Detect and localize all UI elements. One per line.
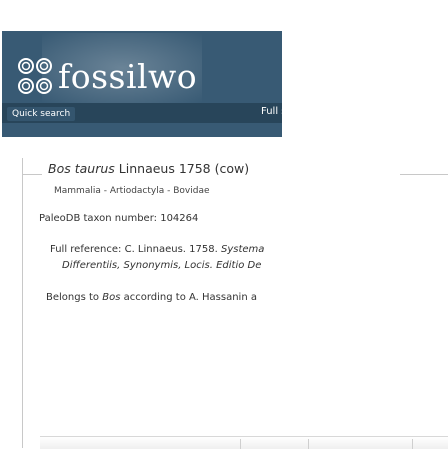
full-reference-authors: C. Linnaeus. 1758. [124, 244, 218, 255]
belongs-genus[interactable]: Bos [102, 292, 120, 303]
site-banner: fossilwo Quick search Full se [2, 31, 282, 137]
taxon-number-value: 104264 [160, 213, 199, 224]
panel-top-rule-right [400, 174, 448, 175]
full-reference-label: Full reference: [50, 244, 122, 255]
site-logo-text[interactable]: fossilwo [58, 57, 197, 96]
full-search-link[interactable]: Full se [261, 106, 282, 117]
belongs-to-line: Belongs to Bos according to A. Hassanin … [46, 292, 257, 303]
quick-search-link[interactable]: Quick search [7, 107, 76, 121]
ammonite-logo-icon[interactable] [14, 56, 56, 98]
taxon-number-label: PaleoDB taxon number: [39, 213, 158, 224]
section-tabs-bar [40, 436, 448, 449]
full-reference-continued: Differentiis, Synonymis, Locis. Editio D… [62, 260, 262, 271]
panel-top-rule-left [22, 174, 42, 175]
full-reference[interactable]: Full reference: C. Linnaeus. 1758. Syste… [50, 242, 264, 274]
taxon-species: taurus [74, 161, 115, 176]
taxon-title: Bos taurus Linnaeus 1758 (cow) [48, 161, 249, 176]
taxon-number-row: PaleoDB taxon number: 104264 [39, 213, 198, 224]
taxon-authority: Linnaeus 1758 [118, 161, 211, 176]
belongs-suffix: according to A. Hassanin a [123, 292, 257, 303]
belongs-prefix: Belongs to [46, 292, 100, 303]
taxon-common-name: (cow) [214, 161, 250, 176]
full-reference-title-start: Systema [220, 244, 265, 255]
classification-line[interactable]: Mammalia - Artiodactyla - Bovidae [54, 186, 210, 196]
taxon-panel [22, 158, 448, 448]
taxon-genus: Bos [48, 161, 71, 176]
